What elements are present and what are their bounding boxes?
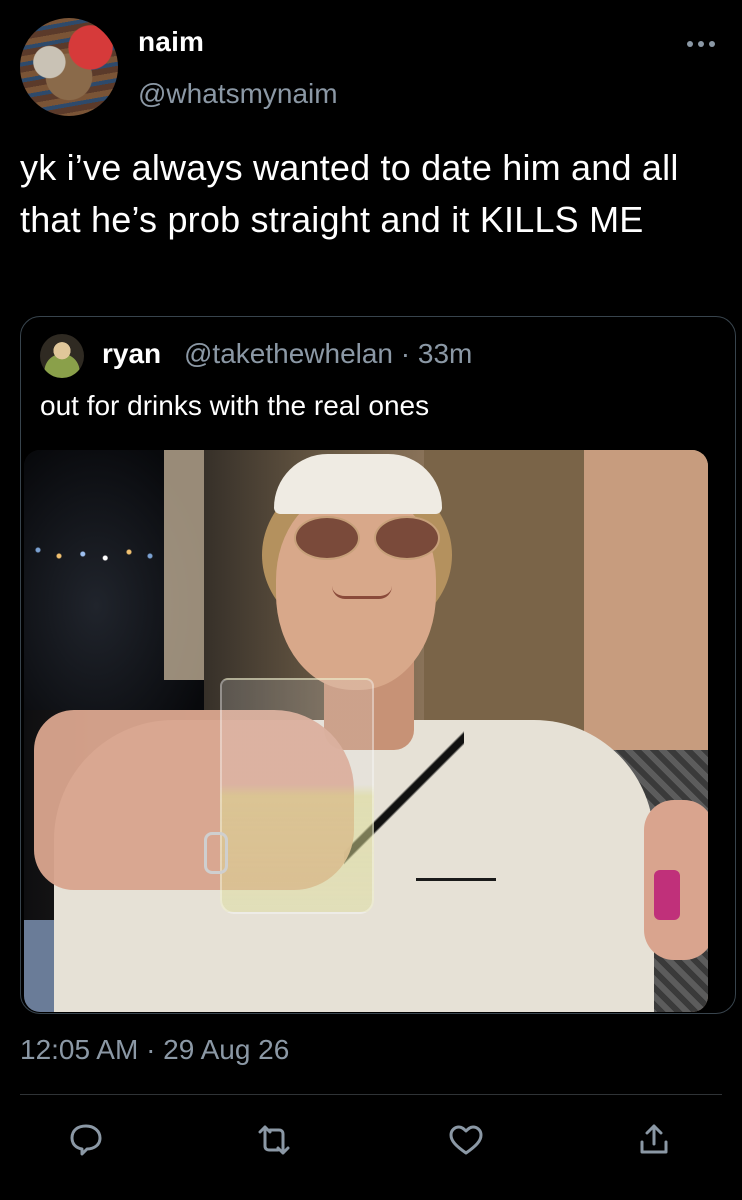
photo-wall <box>584 450 708 780</box>
tweet-timestamp[interactable]: 12:05 AM · 29 Aug 26 <box>20 1034 289 1066</box>
meta-separator: · <box>400 338 411 369</box>
reply-bubble-icon <box>70 1124 102 1156</box>
photo-city-lights <box>24 534 164 574</box>
author-avatar[interactable] <box>20 18 118 116</box>
photo-ring <box>204 832 228 874</box>
author-display-name[interactable]: naim <box>138 26 204 58</box>
photo-glass <box>220 678 374 914</box>
divider <box>20 1094 722 1095</box>
retweet-icon <box>258 1125 290 1155</box>
quoted-tweet-age: 33m <box>417 338 473 369</box>
share-icon <box>640 1124 668 1154</box>
quoted-author-avatar <box>40 334 84 378</box>
quoted-tweet-photo[interactable] <box>24 450 708 1012</box>
photo-smile <box>332 586 392 599</box>
share-button[interactable] <box>632 1118 676 1162</box>
photo-cap <box>274 454 442 514</box>
quoted-author-display-name: ryan <box>102 338 162 369</box>
photo-sunglasses-right <box>374 516 440 560</box>
quoted-tweet-text: out for drinks with the real ones <box>40 390 430 421</box>
photo-pillar <box>164 450 204 680</box>
reply-button[interactable] <box>64 1118 108 1162</box>
author-handle[interactable]: @whatsmynaim <box>138 78 338 110</box>
heart-icon <box>449 1125 483 1155</box>
photo-pocket <box>416 878 496 881</box>
quoted-author-handle: @takethewhelan <box>184 338 394 369</box>
retweet-button[interactable] <box>252 1118 296 1162</box>
photo-lighter <box>654 870 680 920</box>
tweet-text: yk i’ve always wanted to date him and al… <box>20 147 679 240</box>
like-button[interactable] <box>444 1118 488 1162</box>
more-horizontal-icon[interactable] <box>686 36 716 47</box>
quoted-author-meta: @takethewhelan · 33m <box>184 338 472 370</box>
photo-sunglasses-left <box>294 516 360 560</box>
